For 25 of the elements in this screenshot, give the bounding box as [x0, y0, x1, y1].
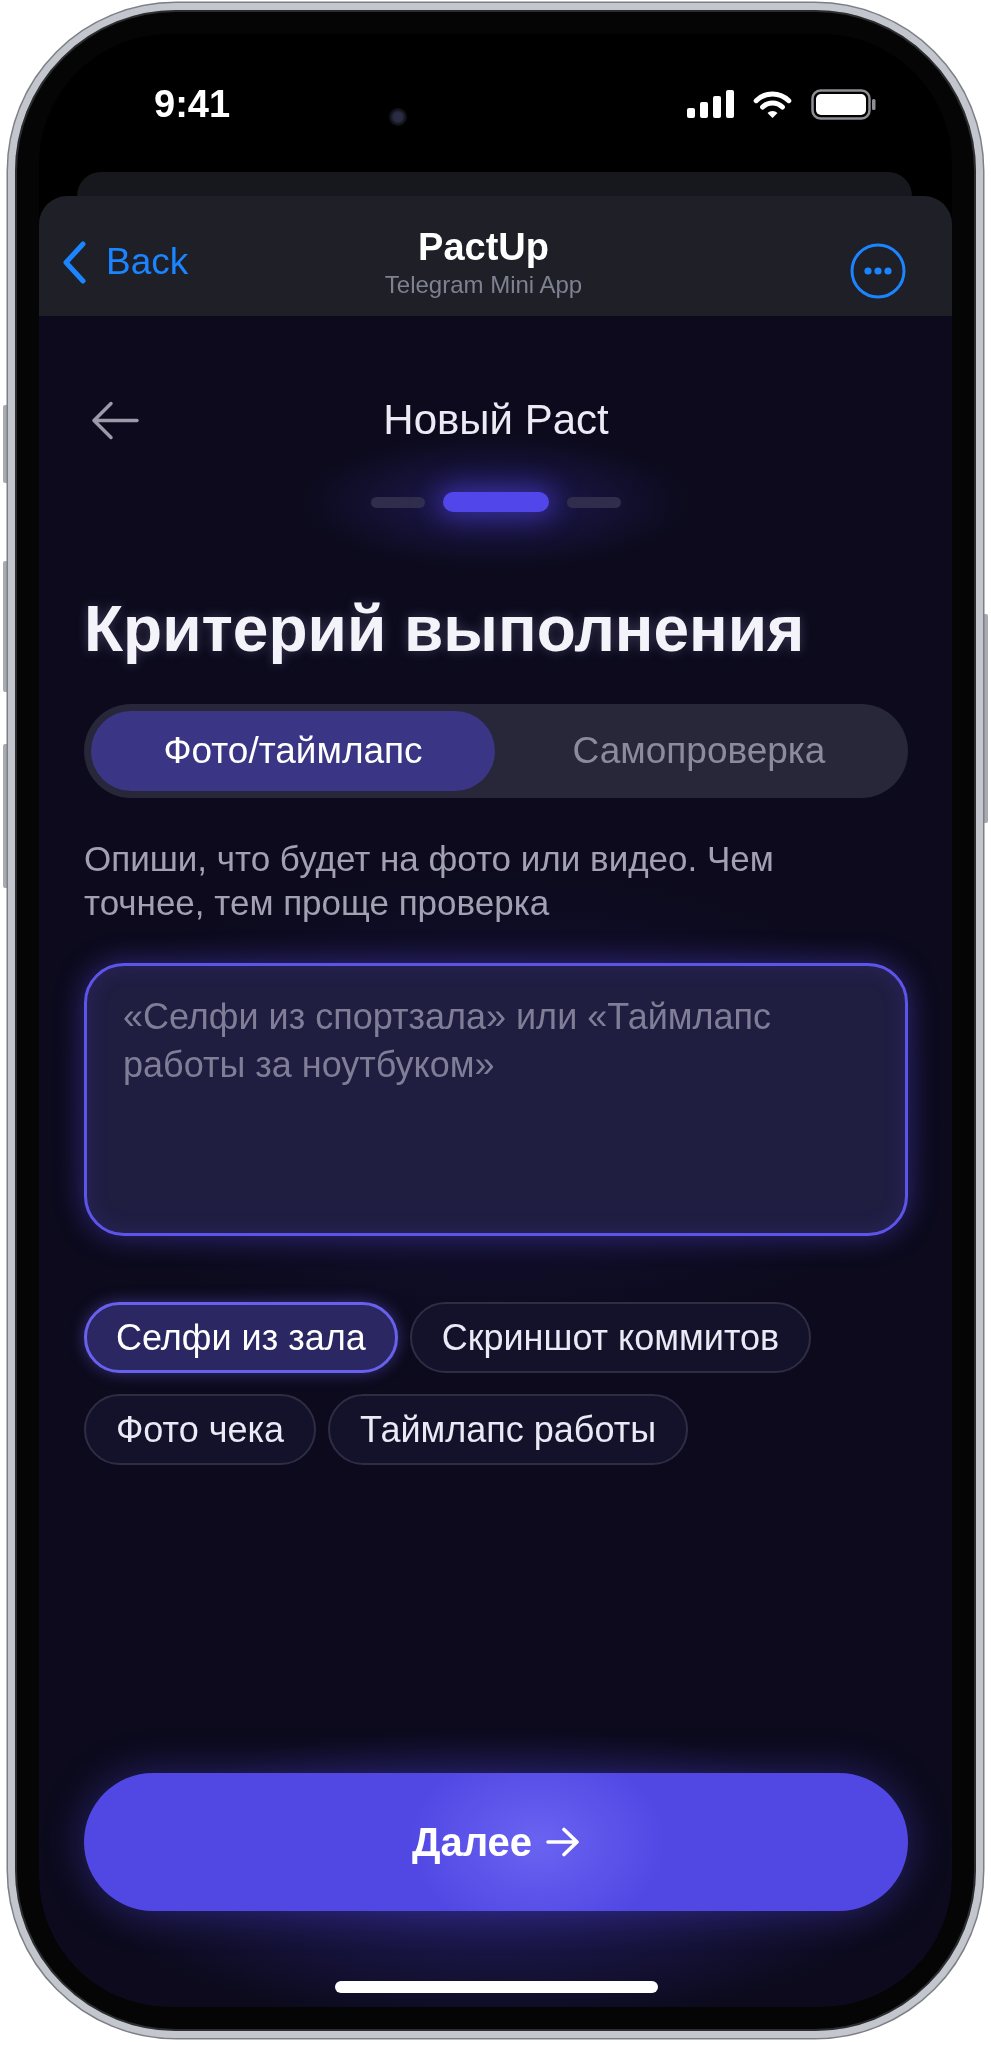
arrow-left-icon	[90, 399, 139, 441]
screen-title: Новый Pact	[383, 395, 609, 445]
tab[interactable]: Фото/таймлапс	[91, 711, 495, 791]
suggestion-chip[interactable]: Фото чека	[84, 1394, 317, 1465]
app-subtitle: Telegram Mini App	[384, 270, 583, 299]
status-time: 9:41	[154, 86, 231, 122]
back-button[interactable]: Back	[61, 239, 189, 285]
suggestion-chip[interactable]: Селфи из зала	[84, 1302, 398, 1373]
more-icon	[850, 243, 906, 299]
suggestion-chip[interactable]: Таймлапс работы	[328, 1394, 689, 1465]
tab[interactable]: Самопроверка	[497, 711, 901, 791]
criterion-input[interactable]: «Селфи из спортзала» или «Таймлапс работы за ноутбуком»	[84, 963, 908, 1236]
back-button[interactable]	[90, 399, 139, 441]
suggestion-chip[interactable]: Скриншот коммитов	[409, 1302, 812, 1373]
battery-icon	[811, 88, 876, 120]
chevron-left-icon	[61, 239, 87, 285]
signal-icon	[687, 90, 734, 118]
description-text: Опиши, что будет на фото или видео. Чем точнее, тем проще проверка	[84, 838, 775, 924]
section-heading: Критерий выполнения	[84, 594, 806, 664]
more-button[interactable]	[850, 243, 906, 299]
front-camera-icon	[389, 108, 407, 126]
arrow-right-icon	[546, 1827, 581, 1857]
next-button[interactable]: Далее	[84, 1773, 908, 1911]
wifi-icon	[752, 89, 793, 119]
app-title: PactUp	[418, 225, 549, 268]
